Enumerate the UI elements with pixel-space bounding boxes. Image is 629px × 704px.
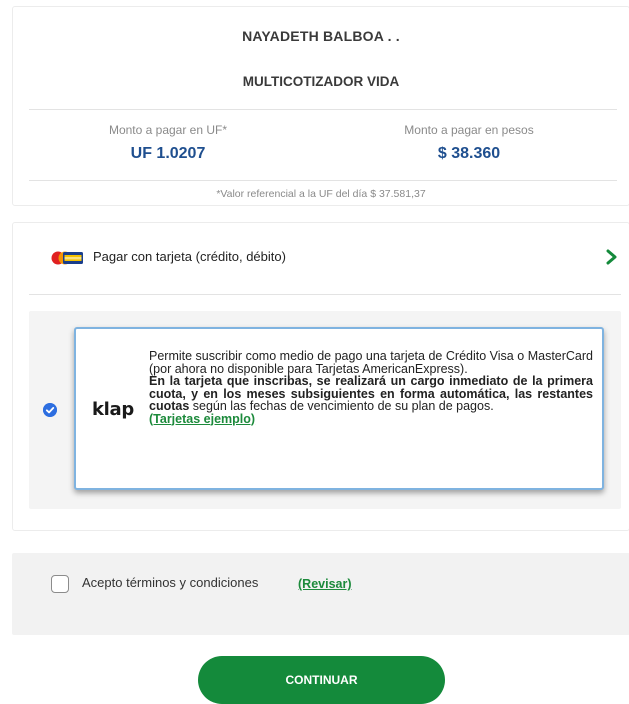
klap-description: Permite suscribir como medio de pago una… <box>149 350 593 425</box>
divider <box>29 180 617 181</box>
sample-cards-link[interactable]: (Tarjetas ejemplo) <box>149 412 255 426</box>
divider <box>29 294 621 295</box>
pay-with-card-label: Pagar con tarjeta (crédito, débito) <box>93 249 286 264</box>
divider <box>29 109 617 110</box>
terms-label: Acepto términos y condiciones <box>82 575 259 590</box>
terms-checkbox[interactable] <box>51 575 69 593</box>
pesos-amount-value: $ 38.360 <box>437 145 501 162</box>
klap-option[interactable]: klap Permite suscribir como medio de pag… <box>29 311 621 509</box>
quote-summary-card: NAYADETH BALBOA . . MULTICOTIZADOR VIDA … <box>12 6 629 206</box>
pesos-amount-label: Monto a pagar en pesos <box>404 123 534 137</box>
pesos-amount-block: Monto a pagar en pesos $ 38.360 <box>369 123 569 163</box>
credit-card-brand-icon <box>51 251 83 265</box>
payment-method-card: Pagar con tarjeta (crédito, débito) klap… <box>12 222 629 531</box>
uf-amount-value: UF 1.0207 <box>130 145 206 162</box>
klap-info-box: klap Permite suscribir como medio de pag… <box>74 327 604 490</box>
klap-intro-text: Permite suscribir como medio de pago una… <box>149 349 593 376</box>
continue-button[interactable]: CONTINUAR <box>198 656 445 704</box>
customer-name: NAYADETH BALBOA . . <box>242 28 400 44</box>
pay-with-card-row[interactable]: Pagar con tarjeta (crédito, débito) <box>13 223 629 295</box>
chevron-right-icon[interactable] <box>605 247 619 267</box>
terms-section: Acepto términos y condiciones (Revisar) <box>12 553 629 635</box>
product-title: MULTICOTIZADOR VIDA <box>242 74 400 89</box>
uf-reference-note: *Valor referencial a la UF del día $ 37.… <box>216 188 426 200</box>
uf-amount-block: Monto a pagar en UF* UF 1.0207 <box>68 123 268 163</box>
uf-amount-label: Monto a pagar en UF* <box>108 123 228 137</box>
klap-logo: klap <box>92 399 134 420</box>
terms-review-link[interactable]: (Revisar) <box>298 577 352 591</box>
check-circle-icon[interactable] <box>43 403 57 417</box>
